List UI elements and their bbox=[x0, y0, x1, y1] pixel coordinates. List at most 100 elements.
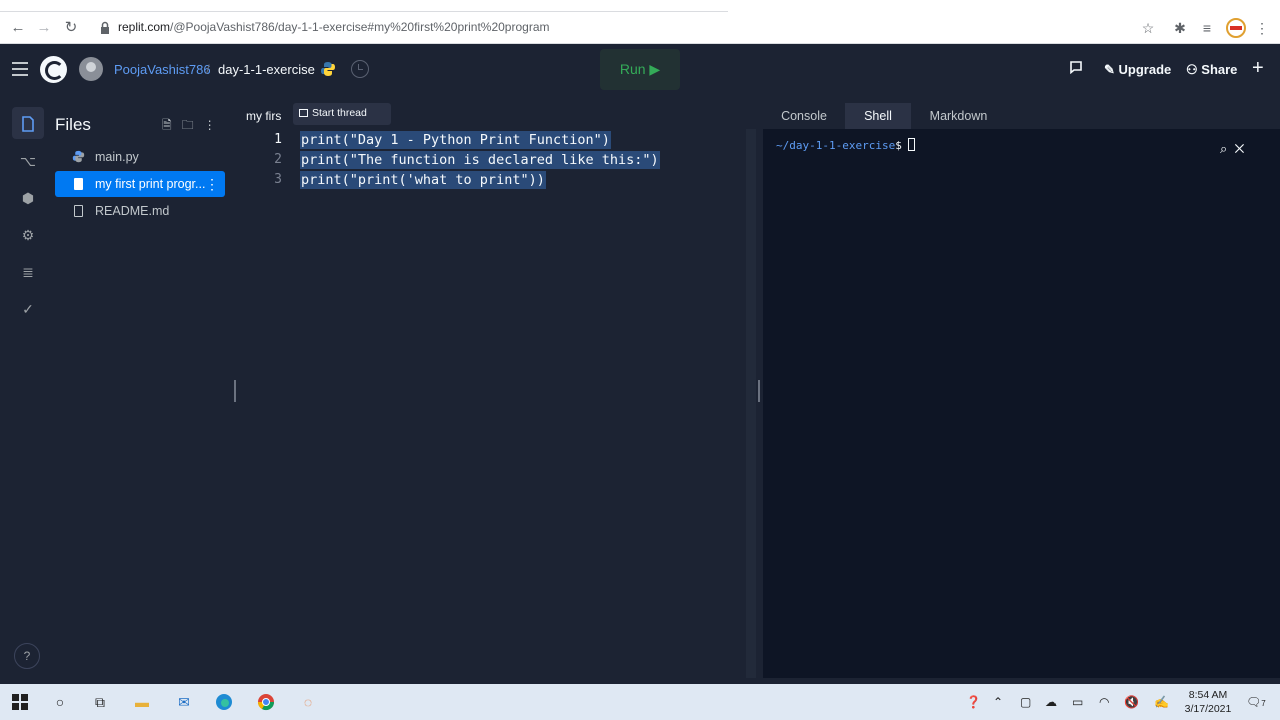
editor-scrollbar[interactable] bbox=[746, 129, 756, 678]
breadcrumb-separator: / bbox=[206, 62, 210, 77]
code-line[interactable]: print("print('what to print")) bbox=[300, 171, 546, 189]
replit-logo-icon[interactable] bbox=[40, 56, 67, 83]
extensions-puzzle-icon[interactable]: ✱ bbox=[1170, 18, 1190, 38]
clock-time: 8:54 AM bbox=[1188, 689, 1228, 701]
unit-tests-check-icon[interactable]: ✓ bbox=[12, 293, 44, 325]
terminal-cursor bbox=[907, 138, 915, 151]
database-icon[interactable]: ≣ bbox=[12, 256, 44, 288]
notification-count: 7 bbox=[1261, 699, 1266, 708]
bookmark-star-icon[interactable]: ☆ bbox=[1138, 18, 1158, 38]
breadcrumb-username[interactable]: PoojaVashist786 bbox=[114, 62, 211, 77]
terminal-tools: ⌕ ✕ bbox=[1220, 141, 1244, 157]
search-icon[interactable]: ⌕ bbox=[1220, 141, 1227, 156]
code-area[interactable]: 1 2 3 print("Day 1 - Python Print Functi… bbox=[238, 129, 744, 678]
file-item-main-py[interactable]: main.py bbox=[55, 144, 225, 170]
help-tray-icon[interactable]: ❓ bbox=[966, 695, 981, 709]
files-tool-icon[interactable] bbox=[12, 107, 44, 139]
prompt-symbol: $ bbox=[895, 139, 902, 152]
forward-arrow-icon[interactable]: → bbox=[34, 18, 54, 38]
editor-pane-resize-handle[interactable] bbox=[758, 380, 760, 402]
add-pane-plus-icon[interactable]: + bbox=[1252, 57, 1264, 80]
profile-avatar-icon[interactable] bbox=[1226, 18, 1246, 38]
tab-console[interactable]: Console bbox=[763, 103, 845, 129]
upgrade-button[interactable]: ✎ Upgrade bbox=[1104, 62, 1171, 78]
task-view-icon[interactable]: ⧉ bbox=[90, 692, 110, 712]
file-options-kebab-icon[interactable]: ⋮ bbox=[205, 171, 219, 197]
history-icon[interactable] bbox=[351, 60, 369, 78]
file-item-readme[interactable]: README.md bbox=[55, 198, 225, 224]
address-bar[interactable]: replit.com/@PoojaVashist786/day-1-1-exer… bbox=[118, 20, 550, 34]
upgrade-label: Upgrade bbox=[1118, 62, 1172, 77]
tab-markdown[interactable]: Markdown bbox=[911, 103, 1006, 129]
code-line[interactable]: print("The function is declared like thi… bbox=[300, 151, 660, 169]
help-question-icon[interactable]: ? bbox=[14, 643, 40, 669]
file-name: my first print progr... bbox=[95, 177, 206, 191]
file-name: main.py bbox=[95, 150, 139, 164]
hamburger-menu-icon[interactable] bbox=[12, 62, 28, 76]
reading-list-icon[interactable]: ≡ bbox=[1197, 18, 1217, 38]
settings-gear-icon[interactable]: ⚙ bbox=[12, 219, 44, 251]
chrome-browser-icon[interactable] bbox=[256, 692, 276, 712]
battery-icon[interactable]: ▭ bbox=[1072, 695, 1083, 709]
notifications-icon[interactable]: 🗨7 bbox=[1246, 695, 1266, 709]
python-file-icon bbox=[72, 150, 85, 163]
packages-cube-icon[interactable]: ⬢ bbox=[12, 182, 44, 214]
files-panel: Files 🗎 🗀 ⋮ main.py my first print progr..… bbox=[48, 103, 232, 678]
line-number: 1 bbox=[274, 132, 282, 147]
file-explorer-icon[interactable]: ▬ bbox=[132, 692, 152, 712]
reload-icon[interactable]: ↻ bbox=[61, 18, 81, 38]
mail-icon[interactable]: ✉ bbox=[174, 692, 194, 712]
browser-tab-strip bbox=[0, 0, 1280, 12]
tab-shell[interactable]: Shell bbox=[845, 103, 911, 129]
output-pane: Console Shell Markdown ~/day-1-1-exercis… bbox=[763, 103, 1280, 678]
share-label: Share bbox=[1201, 62, 1238, 77]
line-number: 3 bbox=[274, 172, 282, 187]
files-editor-resize-handle[interactable] bbox=[234, 380, 236, 402]
files-title: Files bbox=[55, 115, 91, 134]
system-clock[interactable]: 8:54 AM 3/17/2021 bbox=[1180, 688, 1236, 716]
show-hidden-icons-chevron-icon[interactable]: ⌃ bbox=[993, 695, 1003, 709]
edge-browser-icon[interactable] bbox=[214, 692, 234, 712]
code-editor: my firs Start thread 1 2 3 print("Day 1 … bbox=[238, 103, 756, 678]
browser-menu-icon[interactable]: ⋮ bbox=[1252, 18, 1272, 38]
file-icon bbox=[74, 178, 83, 190]
browser-toolbar: ← → ↻ replit.com/@PoojaVashist786/day-1-… bbox=[0, 12, 1280, 44]
code-line[interactable]: print("Day 1 - Python Print Function") bbox=[300, 131, 611, 149]
version-control-icon[interactable]: ⌥ bbox=[12, 145, 44, 177]
pen-workspace-icon[interactable]: ✍ bbox=[1154, 695, 1169, 709]
new-folder-icon[interactable]: 🗀 bbox=[182, 118, 194, 132]
start-thread-tooltip[interactable]: Start thread bbox=[293, 103, 391, 125]
files-more-kebab-icon[interactable]: ⋮ bbox=[204, 118, 216, 132]
close-icon[interactable]: ✕ bbox=[1235, 141, 1245, 156]
run-button[interactable]: Run ▶ bbox=[600, 49, 680, 90]
lock-icon[interactable] bbox=[98, 19, 112, 37]
threads-chat-icon[interactable] bbox=[1069, 60, 1083, 77]
file-icon bbox=[74, 205, 83, 217]
shell-prompt[interactable]: ~/day-1-1-exercise$ bbox=[776, 138, 915, 152]
back-arrow-icon[interactable]: ← bbox=[8, 18, 28, 38]
device-tray-icon[interactable]: ▢ bbox=[1020, 695, 1031, 709]
windows-taskbar: ○ ⧉ ▬ ✉ ◌ ❓ ⌃ ▢ ☁ ▭ ◠ 🔇 ✍ 8:54 AM 3/17/2… bbox=[0, 684, 1280, 720]
file-item-my-first-print-program[interactable]: my first print progr... ⋮ bbox=[55, 171, 225, 197]
python-language-icon bbox=[321, 62, 335, 76]
breadcrumb-repl-name[interactable]: day-1-1-exercise bbox=[218, 62, 315, 77]
user-avatar[interactable] bbox=[79, 57, 103, 81]
jupyter-icon[interactable]: ◌ bbox=[298, 692, 318, 712]
search-circle-icon[interactable]: ○ bbox=[50, 692, 70, 712]
line-number: 2 bbox=[274, 152, 282, 167]
thread-icon bbox=[299, 109, 308, 117]
new-file-icon[interactable]: 🗎 bbox=[162, 118, 172, 132]
start-thread-label: Start thread bbox=[312, 107, 367, 119]
files-actions: 🗎 🗀 ⋮ bbox=[162, 116, 226, 137]
editor-file-tab[interactable]: my firs bbox=[246, 109, 281, 123]
wifi-icon[interactable]: ◠ bbox=[1099, 695, 1109, 709]
prompt-path: ~/day-1-1-exercise bbox=[776, 139, 896, 152]
clock-date: 3/17/2021 bbox=[1184, 703, 1232, 715]
url-host: replit.com bbox=[118, 20, 171, 34]
windows-start-icon[interactable] bbox=[10, 692, 30, 712]
onedrive-cloud-icon[interactable]: ☁ bbox=[1045, 695, 1057, 709]
share-button[interactable]: ⚇ Share bbox=[1186, 62, 1237, 78]
volume-muted-icon[interactable]: 🔇 bbox=[1124, 695, 1139, 709]
upgrade-rocket-icon: ✎ bbox=[1104, 62, 1119, 77]
file-name: README.md bbox=[95, 204, 170, 218]
